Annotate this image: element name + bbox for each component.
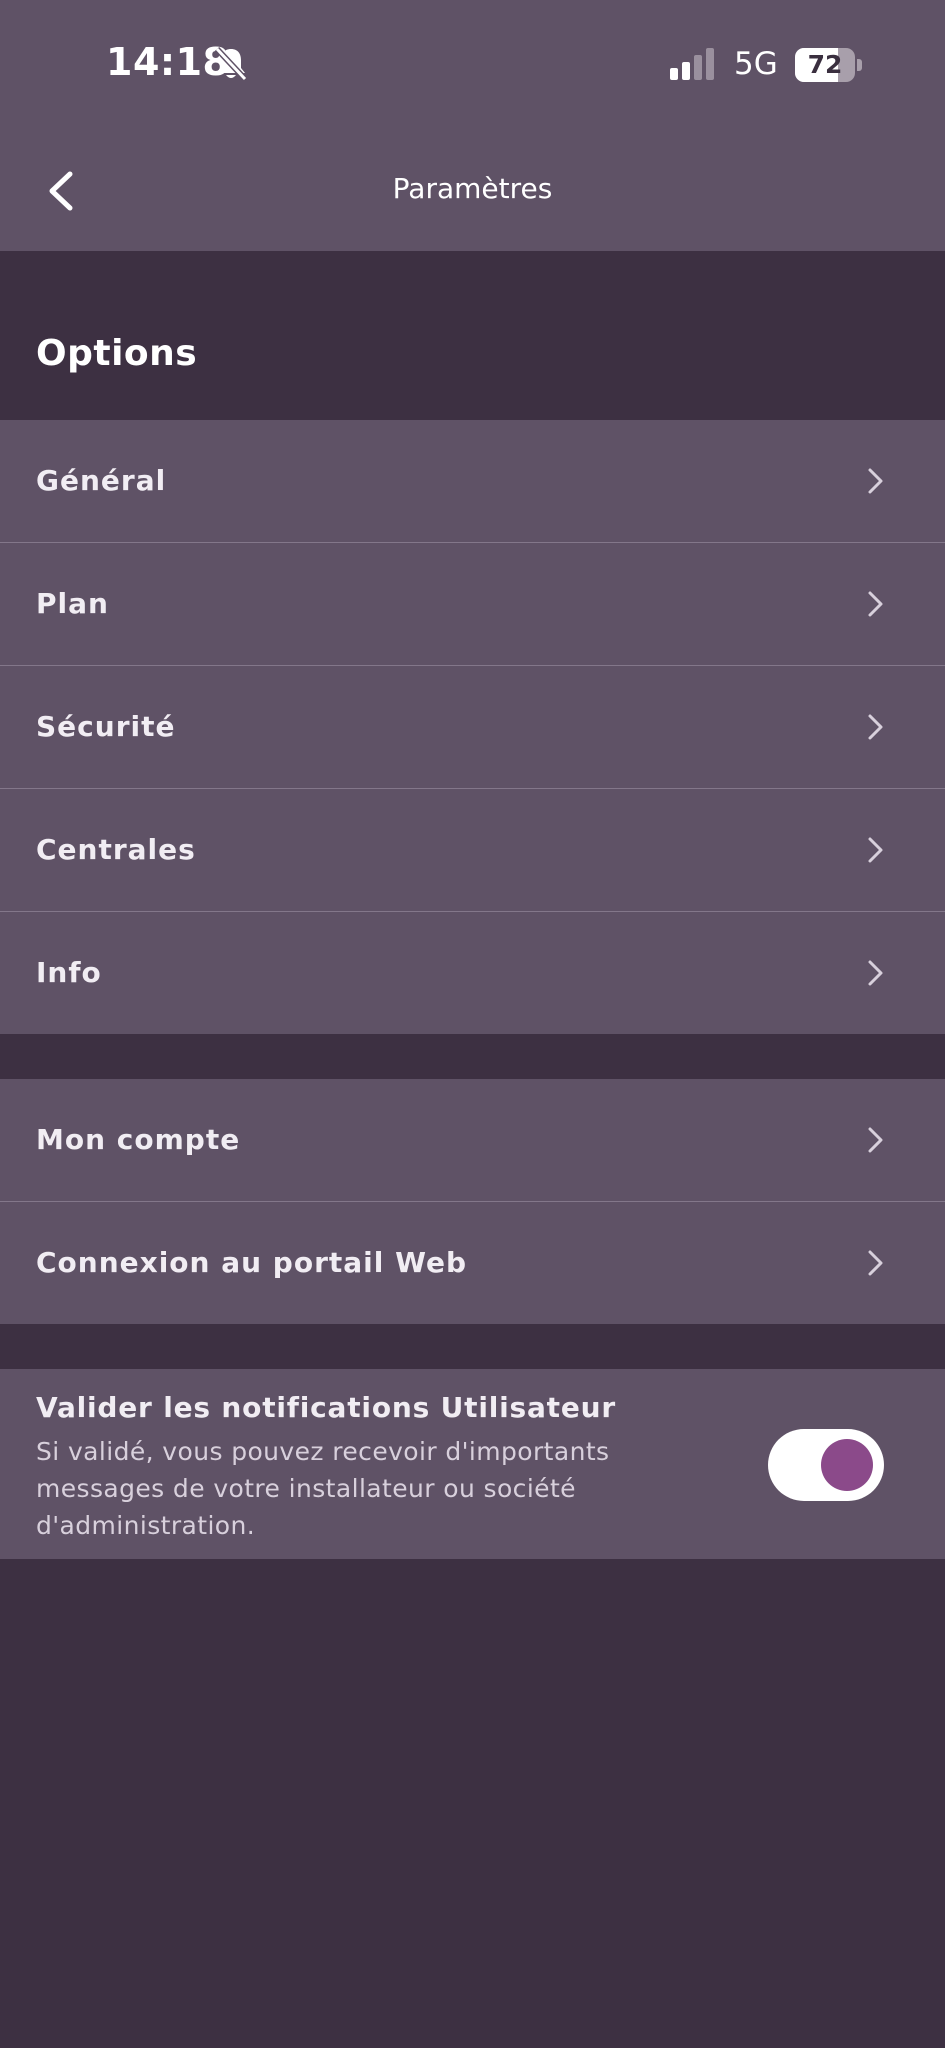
bell-slash-icon <box>214 46 248 82</box>
options-list: Général Plan Sécurité Centrales Info <box>0 420 945 1034</box>
top-bar: 14:18 5G 72 Paramètres <box>0 0 945 251</box>
battery-cap <box>857 59 862 71</box>
navigation-bar: Paramètres <box>0 130 945 251</box>
cellular-signal-icon <box>670 48 720 80</box>
account-list: Mon compte Connexion au portail Web <box>0 1079 945 1324</box>
chevron-right-icon <box>868 591 883 617</box>
settings-item-web-portal[interactable]: Connexion au portail Web <box>0 1201 945 1324</box>
settings-item-label: Plan <box>36 587 109 620</box>
settings-item-security[interactable]: Sécurité <box>0 665 945 788</box>
notifications-setting: Valider les notifications Utilisateur Si… <box>0 1369 945 1559</box>
chevron-right-icon <box>868 960 883 986</box>
page-title: Paramètres <box>392 172 553 205</box>
chevron-right-icon <box>868 468 883 494</box>
status-bar: 14:18 5G 72 <box>0 0 945 130</box>
settings-item-centrales[interactable]: Centrales <box>0 788 945 911</box>
chevron-right-icon <box>868 837 883 863</box>
chevron-right-icon <box>868 1250 883 1276</box>
settings-item-plan[interactable]: Plan <box>0 542 945 665</box>
notifications-title: Valider les notifications Utilisateur <box>36 1391 617 1424</box>
chevron-right-icon <box>868 714 883 740</box>
toggle-knob <box>821 1439 873 1491</box>
battery-level: 72 <box>807 50 843 79</box>
notifications-description: Si validé, vous pouvez recevoir d'import… <box>36 1437 610 1540</box>
settings-item-label: Centrales <box>36 833 196 866</box>
options-section-header: Options <box>36 333 198 374</box>
settings-item-label: Connexion au portail Web <box>36 1246 468 1279</box>
settings-item-label: Info <box>36 956 102 989</box>
settings-item-label: Général <box>36 464 167 497</box>
settings-item-general[interactable]: Général <box>0 420 945 542</box>
chevron-right-icon <box>868 1127 883 1153</box>
notifications-toggle[interactable] <box>768 1429 884 1501</box>
settings-item-label: Mon compte <box>36 1123 241 1156</box>
settings-item-my-account[interactable]: Mon compte <box>0 1079 945 1201</box>
network-type: 5G <box>734 46 778 82</box>
status-time: 14:18 <box>106 40 230 84</box>
settings-item-info[interactable]: Info <box>0 911 945 1034</box>
battery-icon: 72 <box>795 48 855 82</box>
settings-item-label: Sécurité <box>36 710 176 743</box>
battery-indicator: 72 <box>795 48 863 82</box>
